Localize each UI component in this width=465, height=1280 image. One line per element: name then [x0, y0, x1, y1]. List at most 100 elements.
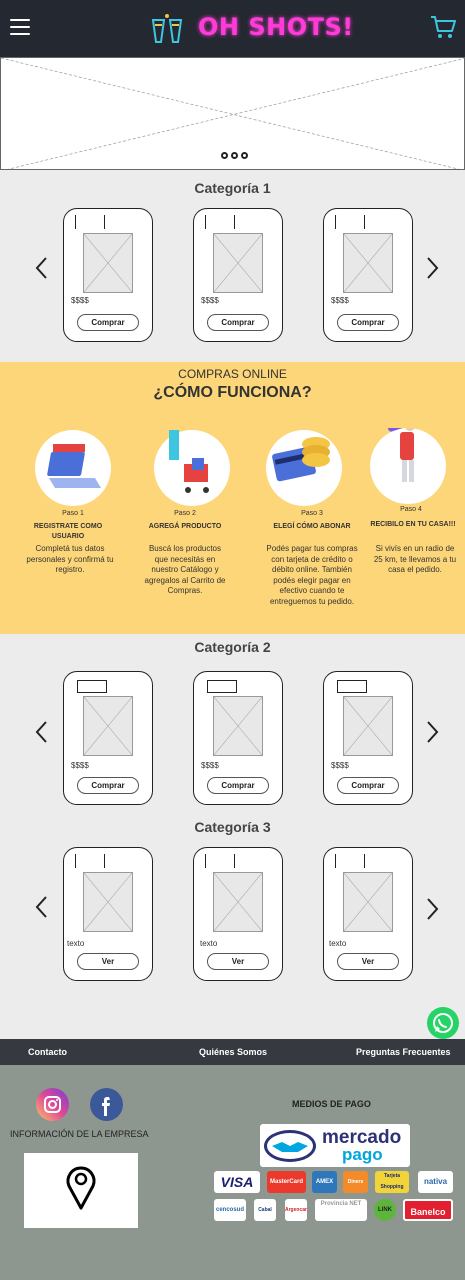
nativa-logo: nativa [418, 1171, 453, 1193]
step-4-illustration [370, 410, 446, 504]
card-tab [337, 680, 367, 693]
product-card[interactable]: texto Ver [193, 847, 283, 981]
card-tab [335, 854, 365, 868]
image-placeholder-icon [83, 696, 133, 756]
step-name: REGISTRATE COMO USUARIO [33, 523, 103, 540]
product-card[interactable]: texto Ver [323, 847, 413, 981]
carousel-prev-arrow-icon[interactable] [34, 720, 48, 744]
product-price: $$$$ [331, 296, 349, 305]
facebook-icon[interactable] [90, 1088, 123, 1121]
product-price: $$$$ [71, 296, 89, 305]
step-number: Paso 3 [301, 510, 323, 517]
delivery-person-icon [384, 410, 415, 482]
how-kicker: COMPRAS ONLINE [178, 367, 287, 381]
step-3-illustration [266, 430, 342, 506]
view-button[interactable]: Ver [337, 953, 399, 970]
buy-button[interactable]: Comprar [337, 314, 399, 331]
mercado-pago-logo: mercado pago [260, 1124, 410, 1167]
company-info-label[interactable]: INFORMACIÓN DE LA EMPRESA [10, 1129, 149, 1139]
amex-logo: AMEX [312, 1171, 337, 1193]
carousel-dots[interactable] [221, 152, 248, 159]
step-1-illustration [35, 430, 111, 506]
card-tab [205, 854, 235, 868]
product-card[interactable]: $$$$ Comprar [63, 671, 153, 805]
hero-banner-placeholder[interactable] [0, 57, 465, 170]
step-number: Paso 2 [174, 510, 196, 517]
card-tab [205, 215, 235, 229]
step-name: ELEGÍ CÓMO ABONAR [273, 523, 351, 530]
product-card[interactable]: $$$$ Comprar [323, 208, 413, 342]
brand-name[interactable]: OH SHOTS! [198, 13, 354, 41]
mastercard-logo: MasterCard [267, 1171, 306, 1193]
view-button[interactable]: Ver [77, 953, 139, 970]
carousel-next-arrow-icon[interactable] [426, 720, 440, 744]
footer-link-contacto[interactable]: Contacto [28, 1047, 67, 1057]
buy-button[interactable]: Comprar [337, 777, 399, 794]
step-description: Buscá los productos que necesitás en nue… [144, 544, 226, 595]
buy-button[interactable]: Comprar [207, 314, 269, 331]
product-text: texto [67, 939, 85, 948]
top-navbar: OH SHOTS! [0, 0, 465, 57]
carousel-next-arrow-icon[interactable] [426, 256, 440, 280]
step-description: Si vivís en un radio de 25 km, te llevam… [373, 544, 457, 574]
link-logo: LINK [374, 1199, 396, 1221]
cencosud-logo: cencosud [214, 1199, 246, 1221]
buy-button[interactable]: Comprar [207, 777, 269, 794]
argencard-logo: Argencard [285, 1199, 307, 1221]
category-title: Categoría 2 [194, 639, 271, 655]
diners-logo: Diners [343, 1171, 368, 1193]
pago-text: pago [342, 1145, 383, 1164]
how-title: ¿CÓMO FUNCIONA? [153, 384, 312, 401]
payment-methods-title: MEDIOS DE PAGO [292, 1099, 371, 1109]
product-card[interactable]: $$$$ Comprar [193, 671, 283, 805]
instagram-icon[interactable] [36, 1088, 69, 1121]
image-placeholder-icon [83, 233, 133, 293]
card-tab [77, 680, 107, 693]
shot-glasses-logo-icon [151, 14, 183, 43]
product-card[interactable]: $$$$ Comprar [63, 208, 153, 342]
handshake-icon [264, 1130, 316, 1162]
how-it-works-section: COMPRAS ONLINE ¿CÓMO FUNCIONA? Paso 1 RE… [0, 362, 465, 634]
image-placeholder-icon [343, 696, 393, 756]
buy-button[interactable]: Comprar [77, 777, 139, 794]
laptop-store-icon [47, 444, 101, 488]
product-price: $$$$ [331, 761, 349, 770]
hamburger-menu-icon[interactable] [10, 19, 30, 37]
product-card[interactable]: $$$$ Comprar [323, 671, 413, 805]
image-placeholder-icon [213, 696, 263, 756]
map-placeholder[interactable] [24, 1153, 138, 1228]
product-price: $$$$ [201, 296, 219, 305]
tarjeta-shopping-logo: Tarjeta Shopping [375, 1171, 409, 1193]
visa-logo: VISA [214, 1171, 260, 1193]
category-title: Categoría 3 [194, 819, 271, 835]
image-placeholder-icon [343, 872, 393, 932]
map-pin-icon [66, 1166, 96, 1210]
step-number: Paso 4 [400, 506, 422, 513]
buy-button[interactable]: Comprar [77, 314, 139, 331]
category-title: Categoría 1 [194, 180, 271, 196]
view-button[interactable]: Ver [207, 953, 269, 970]
product-card[interactable]: texto Ver [63, 847, 153, 981]
footer: INFORMACIÓN DE LA EMPRESA MEDIOS DE PAGO… [0, 1065, 465, 1280]
footer-nav: Contacto Quiénes Somos Preguntas Frecuen… [0, 1039, 465, 1065]
step-number: Paso 1 [62, 510, 84, 517]
card-tab [75, 854, 105, 868]
carousel-prev-arrow-icon[interactable] [34, 895, 48, 919]
cabal-logo: Cabal [254, 1199, 276, 1221]
shopping-cart-icon[interactable] [430, 14, 456, 40]
step-description: Completá tus datos personales y confirmá… [26, 544, 114, 574]
carousel-next-arrow-icon[interactable] [426, 897, 440, 921]
step-name: RECIBILO EN TU CASA!!! [370, 521, 456, 528]
shopping-woman-icon [168, 416, 209, 493]
product-text: texto [200, 939, 218, 948]
banelco-logo: Banelco [403, 1199, 453, 1221]
footer-link-faq[interactable]: Preguntas Frecuentes [356, 1047, 451, 1057]
footer-link-quienes-somos[interactable]: Quiénes Somos [199, 1047, 267, 1057]
provincia-net-logo: Provincia NET [315, 1199, 367, 1221]
product-card[interactable]: $$$$ Comprar [193, 208, 283, 342]
card-tab [335, 215, 365, 229]
image-placeholder-icon [213, 233, 263, 293]
carousel-prev-arrow-icon[interactable] [34, 256, 48, 280]
image-placeholder-icon [213, 872, 263, 932]
whatsapp-icon[interactable] [427, 1007, 459, 1039]
